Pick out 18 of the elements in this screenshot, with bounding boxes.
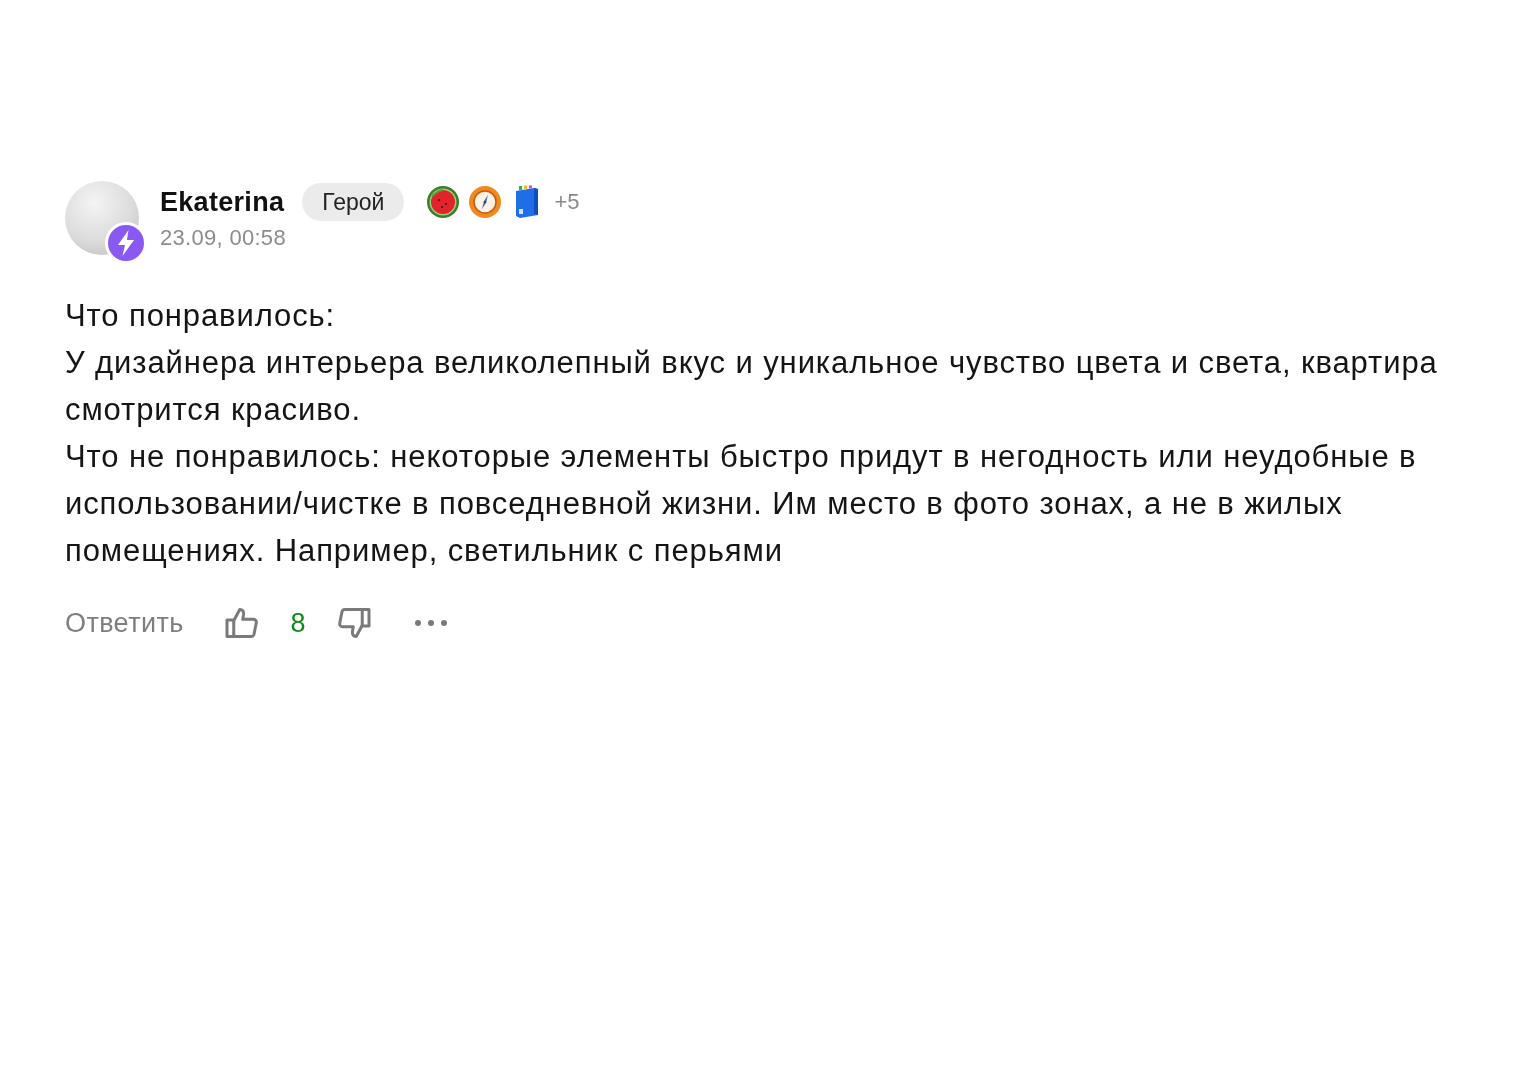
- dislike-button[interactable]: [335, 605, 372, 641]
- comment-paragraph: У дизайнера интерьера великолепный вкус и уникальное чувство цвета и света, квартира смотрится красиво.: [65, 344, 1439, 429]
- comment-paragraph: Что понравилось:: [65, 297, 337, 335]
- rank-label: Герой: [302, 183, 405, 221]
- compass-icon: [468, 185, 503, 219]
- thumbs-up-icon: [223, 605, 260, 641]
- comment-paragraph: Что не понравилось: некоторые элементы быстро придут в негодность или неудобные в использовании/чистке в повседневной жизни. Им место в фото зонах, а не в жилых помещениях. Например, светильник с перьями: [65, 438, 1418, 570]
- lightning-icon: [105, 222, 147, 264]
- like-button[interactable]: [223, 605, 260, 641]
- more-icon: [413, 619, 448, 627]
- more-awards-count[interactable]: +5: [554, 189, 580, 215]
- comment-time: 23.09, 00:58: [160, 225, 287, 251]
- watermelon-icon: [426, 185, 461, 219]
- reply-button[interactable]: Ответить: [65, 607, 184, 639]
- thumbs-down-icon: [335, 605, 372, 641]
- more-options-button[interactable]: [413, 619, 448, 627]
- author-name[interactable]: Ekaterina: [160, 186, 285, 218]
- likes-count: 8: [290, 607, 306, 639]
